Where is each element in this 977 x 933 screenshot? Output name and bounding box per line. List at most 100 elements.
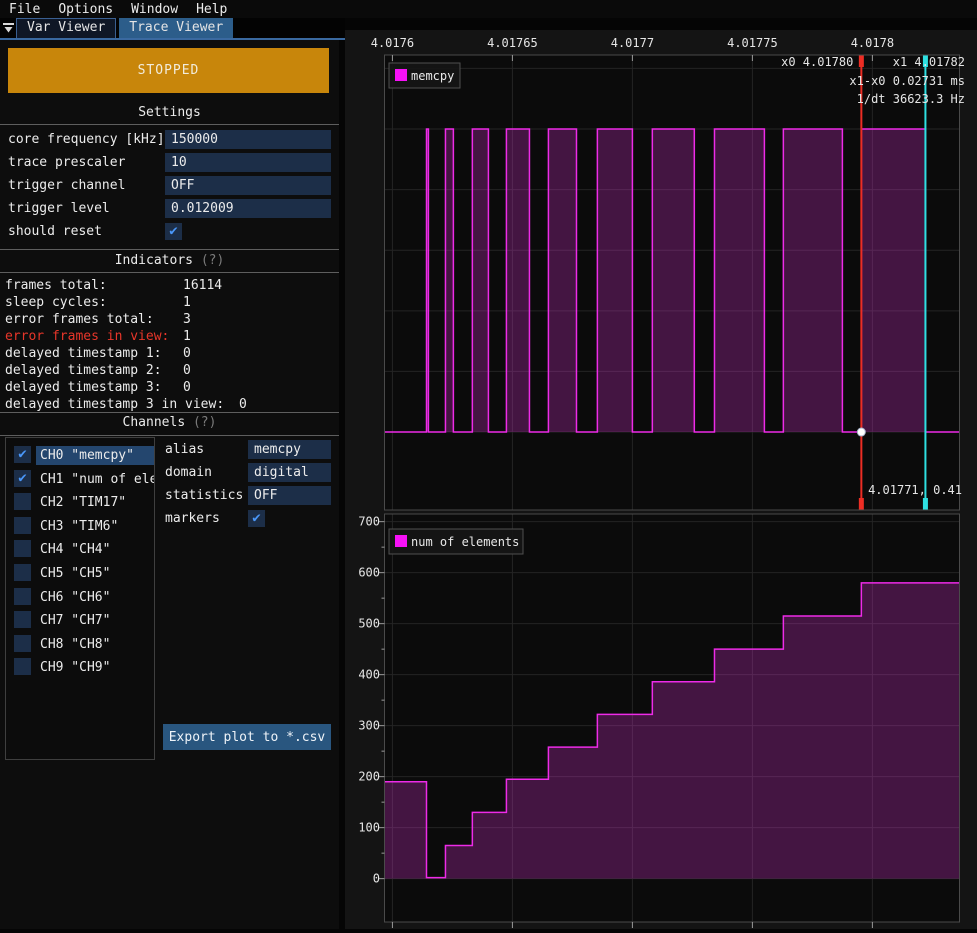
channel-ch1-label[interactable]: CH1 "num of elements" xyxy=(36,470,154,489)
menu-window[interactable]: Window xyxy=(122,2,187,17)
separator xyxy=(0,435,339,436)
marker-x0-readout: x0 4.01780 xyxy=(781,55,853,69)
hover-dot xyxy=(857,428,865,436)
domain-combo[interactable]: digital xyxy=(248,463,331,482)
channel-ch0-checkbox[interactable]: ✔ xyxy=(14,446,31,463)
separator xyxy=(0,124,339,125)
channel-ch2-checkbox[interactable] xyxy=(14,493,31,510)
channel-row-ch8[interactable]: CH8 "CH8" xyxy=(6,633,154,655)
channel-row-ch1[interactable]: ✔ CH1 "num of elements" xyxy=(6,468,154,490)
y-axis-tick-label: 600 xyxy=(358,566,380,580)
menu-help[interactable]: Help xyxy=(187,2,236,17)
trigger-channel-combo[interactable]: OFF xyxy=(165,176,331,195)
channel-row-ch9[interactable]: CH9 "CH9" xyxy=(6,656,154,678)
marker-x1-handle-bottom[interactable] xyxy=(923,498,928,510)
channel-ch8-label[interactable]: CH8 "CH8" xyxy=(36,635,154,654)
memcpy-pulse-fill xyxy=(652,129,694,432)
marker-x0-handle-top[interactable] xyxy=(859,55,864,67)
menu-bar: FileOptionsWindowHelp xyxy=(0,0,977,18)
channel-ch5-checkbox[interactable] xyxy=(14,564,31,581)
domain-label: domain xyxy=(165,463,212,482)
channels-help-hint[interactable]: (?) xyxy=(193,415,216,430)
num-of-elements-legend-label: num of elements xyxy=(411,535,519,549)
channel-row-ch0[interactable]: ✔ CH0 "memcpy" xyxy=(6,444,154,466)
acquisition-state-button[interactable]: STOPPED xyxy=(8,48,329,93)
tab-bar: Var ViewerTrace Viewer xyxy=(0,18,345,40)
x-axis-tick-label: 4.01775 xyxy=(727,36,778,50)
channel-ch4-label[interactable]: CH4 "CH4" xyxy=(36,540,154,559)
setting-label: trigger level xyxy=(8,201,110,216)
channel-row-ch3[interactable]: CH3 "TIM6" xyxy=(6,515,154,537)
indicator-row: frames total: 16114 xyxy=(5,277,335,294)
channel-ch4-checkbox[interactable] xyxy=(14,540,31,557)
indicator-label: delayed timestamp 3 in view: xyxy=(5,397,224,412)
trace-plots[interactable]: 4.01764.017654.01774.017754.0178x0 4.017… xyxy=(345,30,977,929)
cursor-position-readout: 4.01771, 0.41 xyxy=(868,483,962,497)
indicator-value: 1 xyxy=(183,328,191,345)
channel-ch6-label[interactable]: CH6 "CH6" xyxy=(36,588,154,607)
channel-ch7-label[interactable]: CH7 "CH7" xyxy=(36,611,154,630)
menu-options[interactable]: Options xyxy=(49,2,122,17)
y-axis-tick-label: 200 xyxy=(358,770,380,784)
channel-ch5-label[interactable]: CH5 "CH5" xyxy=(36,564,154,583)
channel-row-ch4[interactable]: CH4 "CH4" xyxy=(6,538,154,560)
indicator-label: frames total: xyxy=(5,278,107,293)
channel-row-ch2[interactable]: CH2 "TIM17" xyxy=(6,491,154,513)
core-frequency-khz--input[interactable]: 150000 xyxy=(165,130,331,149)
channel-ch6-checkbox[interactable] xyxy=(14,588,31,605)
settings-section-title: Settings xyxy=(0,106,339,120)
memcpy-legend-swatch[interactable] xyxy=(395,69,407,81)
indicator-value: 16114 xyxy=(183,277,222,294)
tab-overflow-icon xyxy=(3,22,14,34)
indicator-label: delayed timestamp 1: xyxy=(5,346,162,361)
indicator-row: error frames in view:1 xyxy=(5,328,335,345)
memcpy-pulse-fill xyxy=(506,129,529,432)
channel-row-ch6[interactable]: CH6 "CH6" xyxy=(6,586,154,608)
channel-ch7-checkbox[interactable] xyxy=(14,611,31,628)
statistics-label: statistics xyxy=(165,486,243,505)
indicators-help-hint[interactable]: (?) xyxy=(201,253,224,268)
memcpy-pulse-fill xyxy=(861,129,925,432)
indicator-row: sleep cycles:1 xyxy=(5,294,335,311)
channel-ch1-checkbox[interactable]: ✔ xyxy=(14,470,31,487)
num-of-elements-legend-swatch[interactable] xyxy=(395,535,407,547)
indicator-value: 0 xyxy=(239,396,247,413)
channel-list[interactable]: ✔ CH0 "memcpy" ✔ CH1 "num of elements" CH2 "… xyxy=(5,437,155,760)
trigger-level-input[interactable]: 0.012009 xyxy=(165,199,331,218)
menu-file[interactable]: File xyxy=(0,2,49,17)
should-reset-checkbox[interactable]: ✔ xyxy=(165,223,182,240)
channel-ch3-label[interactable]: CH3 "TIM6" xyxy=(36,517,154,536)
x-axis-tick-label: 4.01765 xyxy=(487,36,538,50)
marker-x1-readout: x1 4.01782 xyxy=(893,55,965,69)
statistics-combo[interactable]: OFF xyxy=(248,486,331,505)
channel-ch9-checkbox[interactable] xyxy=(14,658,31,675)
alias-label: alias xyxy=(165,440,204,459)
setting-label: core frequency [kHz] xyxy=(8,132,165,147)
tab-var-viewer[interactable]: Var Viewer xyxy=(16,18,116,38)
indicator-label: error frames total: xyxy=(5,312,154,327)
channel-ch0-label[interactable]: CH0 "memcpy" xyxy=(36,446,154,465)
setting-row: trigger channel OFF xyxy=(8,176,331,195)
export-csv-button[interactable]: Export plot to *.csv xyxy=(163,724,331,750)
indicator-label: sleep cycles: xyxy=(5,295,107,310)
setting-label: trigger channel xyxy=(8,178,125,193)
channel-row-ch7[interactable]: CH7 "CH7" xyxy=(6,609,154,631)
setting-label: should reset xyxy=(8,224,102,239)
markers-checkbox[interactable]: ✔ xyxy=(248,510,265,527)
channel-ch8-checkbox[interactable] xyxy=(14,635,31,652)
marker-x0-handle-bottom[interactable] xyxy=(859,498,864,510)
channel-ch2-label[interactable]: CH2 "TIM17" xyxy=(36,493,154,512)
indicator-value: 0 xyxy=(183,379,191,396)
tab-trace-viewer[interactable]: Trace Viewer xyxy=(119,18,233,38)
setting-row: core frequency [kHz]150000 xyxy=(8,130,331,149)
y-axis-tick-label: 700 xyxy=(358,515,380,529)
tab-list-icon[interactable] xyxy=(0,18,16,38)
trace-prescaler-input[interactable]: 10 xyxy=(165,153,331,172)
channel-ch9-label[interactable]: CH9 "CH9" xyxy=(36,658,154,677)
memcpy-legend-label: memcpy xyxy=(411,69,454,83)
alias-input[interactable]: memcpy xyxy=(248,440,331,459)
y-axis-tick-label: 100 xyxy=(358,821,380,835)
channel-row-ch5[interactable]: CH5 "CH5" xyxy=(6,562,154,584)
channel-ch3-checkbox[interactable] xyxy=(14,517,31,534)
y-axis-tick-label: 400 xyxy=(358,668,380,682)
